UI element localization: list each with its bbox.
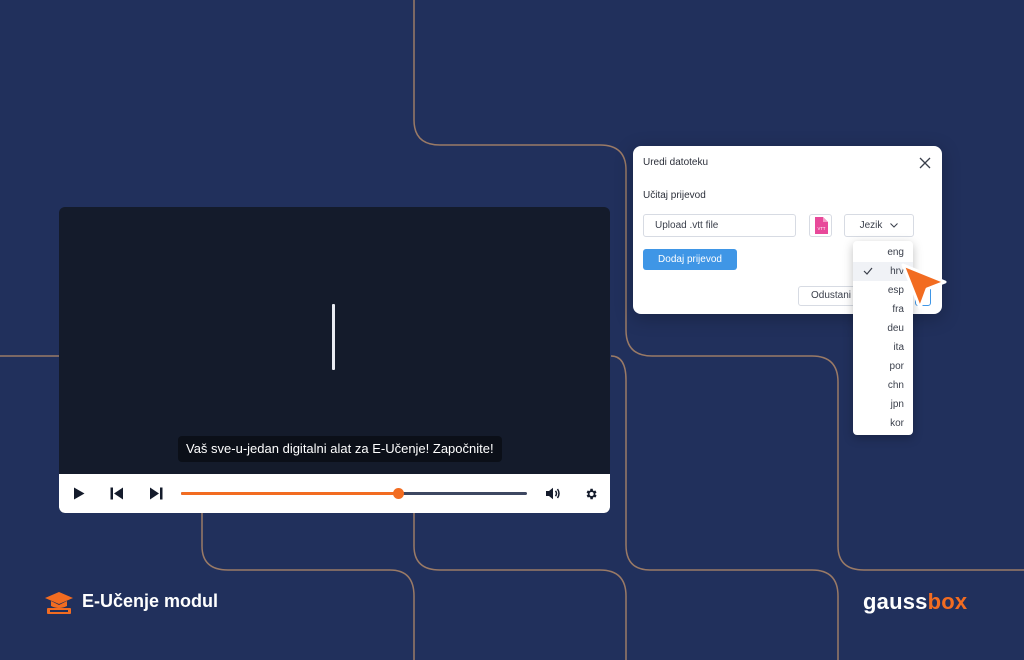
- gear-icon: [586, 488, 597, 499]
- video-player[interactable]: Vaš sve-u-jedan digitalni alat za E-Učen…: [59, 207, 610, 513]
- play-button[interactable]: [68, 474, 90, 513]
- language-option-ita[interactable]: ita: [853, 338, 913, 357]
- seek-handle[interactable]: [393, 488, 405, 499]
- dialog-title: Uredi datoteku: [643, 157, 709, 168]
- language-option-label: jpn: [890, 399, 904, 410]
- language-option-deu[interactable]: deu: [853, 319, 913, 338]
- settings-button[interactable]: [580, 474, 602, 513]
- mouse-pointer-icon: [901, 263, 947, 310]
- play-icon: [74, 487, 85, 500]
- module-title: E-Učenje modul: [82, 591, 219, 611]
- language-option-kor[interactable]: kor: [853, 414, 913, 433]
- vtt-file-icon: VTT: [814, 217, 828, 234]
- add-translation-button[interactable]: Dodaj prijevod: [643, 249, 737, 270]
- close-icon[interactable]: [918, 156, 932, 170]
- skip-forward-icon: [150, 487, 163, 500]
- language-select-label: Jezik: [859, 220, 883, 231]
- language-select[interactable]: Jezik: [844, 214, 914, 237]
- brand-logo: gaussbox: [863, 589, 967, 615]
- language-option-label: chn: [887, 380, 904, 391]
- seek-progress: [181, 492, 399, 495]
- upload-section-label: Učitaj prijevod: [643, 190, 706, 201]
- language-option-label: eng: [887, 247, 904, 258]
- language-option-chn[interactable]: chn: [853, 376, 913, 395]
- vtt-upload-field[interactable]: Upload .vtt file: [643, 214, 796, 237]
- graduation-cap-icon: [45, 592, 73, 614]
- brand-logo-part2: box: [927, 589, 968, 614]
- vtt-badge-text: VTT: [817, 226, 825, 231]
- language-option-label: deu: [887, 323, 904, 334]
- language-option-eng[interactable]: eng: [853, 243, 913, 262]
- next-button[interactable]: [145, 474, 167, 513]
- language-option-jpn[interactable]: jpn: [853, 395, 913, 414]
- language-option-label: kor: [890, 418, 904, 429]
- text-cursor: [332, 304, 335, 370]
- language-option-label: ita: [893, 342, 904, 353]
- language-option-por[interactable]: por: [853, 357, 913, 376]
- subtitle-caption: Vaš sve-u-jedan digitalni alat za E-Učen…: [178, 436, 502, 462]
- player-controls: [59, 474, 610, 513]
- previous-button[interactable]: [106, 474, 128, 513]
- vtt-file-button[interactable]: VTT: [809, 214, 832, 237]
- seek-bar[interactable]: [181, 488, 527, 499]
- volume-icon: [546, 487, 560, 500]
- language-option-label: por: [889, 361, 904, 372]
- chevron-down-icon: [890, 223, 899, 228]
- volume-button[interactable]: [542, 474, 564, 513]
- skip-back-icon: [110, 487, 123, 500]
- checkmark-icon: [863, 267, 873, 275]
- brand-logo-part1: gauss: [863, 589, 928, 614]
